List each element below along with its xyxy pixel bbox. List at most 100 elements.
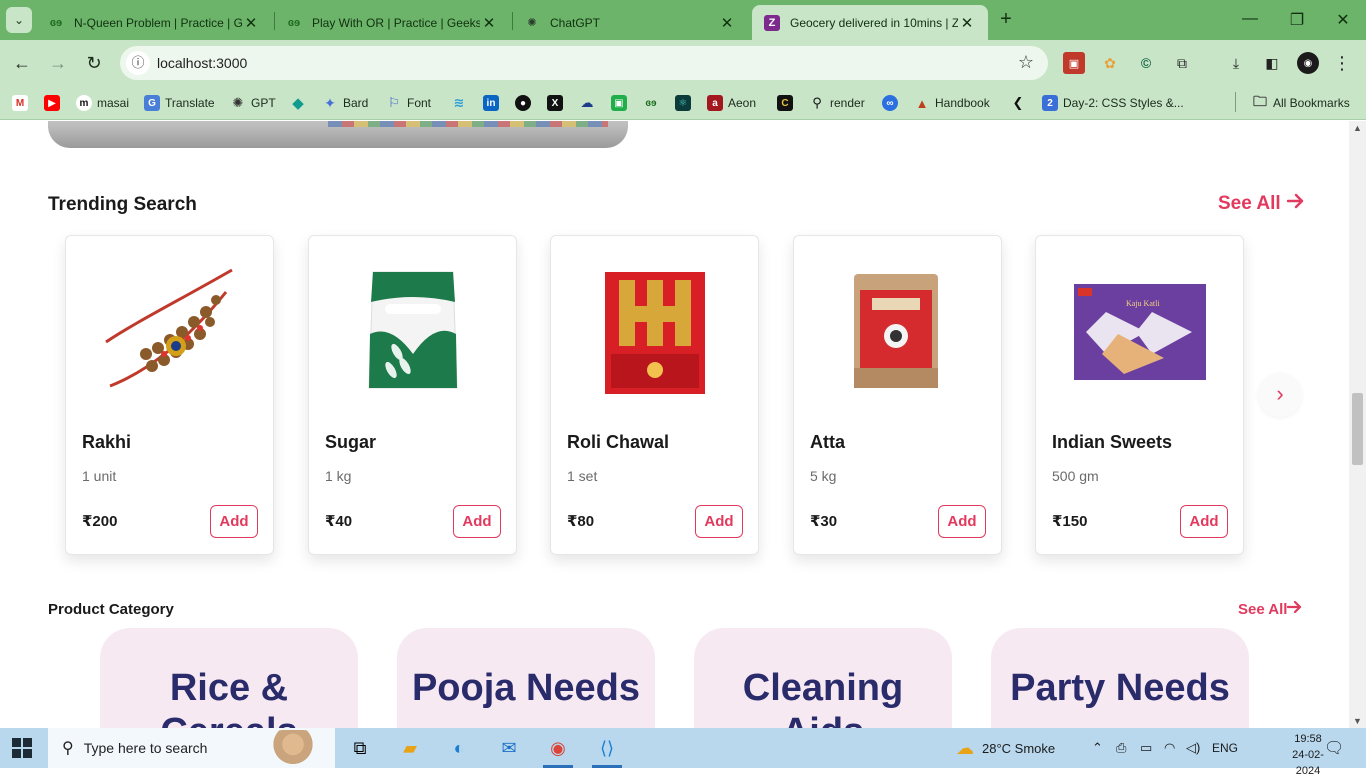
bookmark-bard[interactable]: ✦ Bard (322, 93, 368, 113)
tab-search-button[interactable]: ⌄ (6, 7, 32, 33)
bookmark-diamond[interactable]: ◆ (290, 93, 311, 113)
wifi-icon[interactable]: ◠ (1164, 728, 1175, 768)
site-info-icon[interactable]: ⓘ (126, 51, 150, 75)
hero-banner-image[interactable] (48, 121, 628, 148)
all-bookmarks[interactable]: 🗀 All Bookmarks (1252, 93, 1350, 113)
category-card-cleaning-aids[interactable]: Cleaning Aids (694, 628, 952, 728)
bookmark-masai[interactable]: m masai (76, 93, 129, 113)
bookmark-css-styles[interactable]: 2 Day-2: CSS Styles &... (1042, 93, 1184, 113)
bookmark-gfg[interactable]: ɞɘ (643, 93, 664, 113)
product-card[interactable]: Sugar 1 kg ₹40 Add (308, 235, 517, 555)
menu-dots-icon[interactable]: ⋮ (1331, 52, 1353, 74)
gfg-icon: ɞɘ (49, 16, 63, 29)
close-window-icon[interactable]: ✕ (1333, 10, 1353, 30)
forward-button[interactable]: → (46, 51, 70, 75)
back-button[interactable]: ← (10, 51, 34, 75)
profile-avatar[interactable]: ◉ (1297, 52, 1319, 74)
product-name: Indian Sweets (1052, 432, 1173, 452)
extension-color-icon[interactable]: ✿ (1099, 52, 1121, 74)
carousel-next-button[interactable]: › (1258, 373, 1302, 417)
language-indicator[interactable]: ENG (1212, 728, 1238, 768)
grammarly-icon[interactable]: © (1135, 52, 1157, 74)
file-explorer-icon[interactable]: ▰ (387, 728, 433, 768)
bookmark-github[interactable]: ● (515, 93, 536, 113)
bookmark-gpt[interactable]: ✺ GPT (230, 93, 276, 113)
category-card-party-needs[interactable]: Party Needs (991, 628, 1249, 728)
show-hidden-icons-icon[interactable]: ⌃ (1092, 728, 1103, 768)
scrollbar-thumb[interactable] (1352, 393, 1363, 465)
add-to-cart-button[interactable]: Add (453, 505, 501, 538)
bookmark-font[interactable]: ⚐ Font (386, 93, 431, 113)
tab-n-queen[interactable]: ɞɘ N-Queen Problem | Practice | G ✕ (36, 5, 272, 40)
volume-icon[interactable]: ◁) (1186, 728, 1200, 768)
bookmark-cloud[interactable]: ☁ (579, 93, 600, 113)
weather-widget[interactable]: ☁ 28°C Smoke (956, 728, 1055, 768)
vscode-icon[interactable]: ⟨⟩ (584, 728, 630, 768)
category-card-pooja-needs[interactable]: Pooja Needs (397, 628, 655, 728)
battery-icon[interactable]: ▭ (1140, 728, 1152, 768)
scroll-up-icon[interactable]: ▲ (1353, 123, 1362, 133)
trending-see-all-link[interactable]: See All (1218, 193, 1305, 215)
bookmark-react[interactable]: ⚛ (675, 93, 696, 113)
bookmark-youtube[interactable]: ▶ (44, 93, 65, 113)
arrow-right-icon (1286, 193, 1305, 215)
extension-red-icon[interactable]: ▣ (1063, 52, 1085, 74)
category-card-rice-cereals[interactable]: Rice & Cereals (100, 628, 358, 728)
close-tab-icon[interactable]: ✕ (958, 14, 976, 32)
bookmark-linkedin[interactable]: in (483, 93, 504, 113)
new-tab-button[interactable]: + (994, 8, 1018, 32)
add-to-cart-button[interactable]: Add (938, 505, 986, 538)
bookmark-wave[interactable]: ≋ (451, 93, 472, 113)
bookmark-label: GPT (251, 96, 276, 110)
gfg-icon: ɞɘ (287, 16, 301, 29)
tab-title: ChatGPT (550, 15, 601, 30)
product-card[interactable]: Atta 5 kg ₹30 Add (793, 235, 1002, 555)
notification-icon[interactable]: 🗨 (1324, 728, 1344, 768)
tab-geocery[interactable]: Z Geocery delivered in 10mins | Z ✕ (752, 5, 988, 40)
extensions-puzzle-icon[interactable]: ⧉ (1171, 52, 1193, 74)
product-card[interactable]: Rakhi 1 unit ₹200 Add (65, 235, 274, 555)
product-card[interactable]: Roli Chawal 1 set ₹80 Add (550, 235, 759, 555)
close-tab-icon[interactable]: ✕ (480, 14, 498, 32)
bookmark-gmail[interactable]: M (12, 93, 33, 113)
bookmark-render[interactable]: ⚲ render (809, 93, 864, 113)
page-scrollbar[interactable]: ▲ ▼ (1349, 121, 1366, 728)
reload-button[interactable]: ↻ (82, 51, 106, 75)
bookmark-star-icon[interactable]: ☆ (1018, 52, 1034, 73)
minimize-icon[interactable]: — (1240, 10, 1260, 28)
bookmark-x[interactable]: X (547, 93, 568, 113)
chrome-icon[interactable]: ◉ (535, 728, 581, 768)
task-view-icon[interactable]: ⧉ (337, 728, 383, 768)
scroll-down-icon[interactable]: ▼ (1353, 716, 1362, 726)
url-text[interactable]: localhost:3000 (157, 55, 247, 71)
category-name: Cereals (160, 711, 297, 728)
add-to-cart-button[interactable]: Add (210, 505, 258, 538)
product-card[interactable]: Kaju Katli Indian Sweets 500 gm ₹150 Add (1035, 235, 1244, 555)
category-see-all-link[interactable]: See All (1238, 600, 1303, 618)
download-icon[interactable]: ⤓ (1225, 52, 1247, 74)
bookmark-translate[interactable]: G Translate (144, 93, 215, 113)
add-to-cart-button[interactable]: Add (1180, 505, 1228, 538)
taskbar-search-box[interactable]: ⚲ Type here to search (48, 728, 335, 768)
bookmark-handbook[interactable]: ▲ Handbook (914, 93, 990, 113)
bookmark-dark-c[interactable]: C (777, 93, 798, 113)
tab-play-with-or[interactable]: ɞɘ Play With OR | Practice | Geeksf ✕ (274, 5, 510, 40)
meet-icon[interactable]: ⎙ (1116, 728, 1126, 768)
bookmark-aeon[interactable]: a Aeon (707, 93, 756, 113)
side-panel-icon[interactable]: ◧ (1261, 52, 1283, 74)
bookmark-green-square[interactable]: ▣ (611, 93, 632, 113)
bookmark-blue-circle[interactable]: ∞ (882, 93, 903, 113)
mail-icon[interactable]: ✉ (486, 728, 532, 768)
tab-title: Geocery delivered in 10mins | Z (790, 15, 958, 30)
restore-icon[interactable]: ❐ (1287, 10, 1307, 30)
address-bar[interactable]: ⓘ localhost:3000 ☆ (120, 46, 1048, 80)
arrow-right-icon (1287, 600, 1303, 618)
edge-icon[interactable]: ◐ (436, 728, 482, 768)
add-to-cart-button[interactable]: Add (695, 505, 743, 538)
tab-chatgpt[interactable]: ✺ ChatGPT ✕ (512, 5, 748, 40)
close-tab-icon[interactable]: ✕ (718, 14, 736, 32)
product-quantity: 500 gm (1052, 468, 1099, 484)
windows-start-button[interactable] (12, 738, 34, 758)
bookmark-chevron[interactable]: ❮ (1010, 93, 1031, 113)
close-tab-icon[interactable]: ✕ (242, 14, 260, 32)
